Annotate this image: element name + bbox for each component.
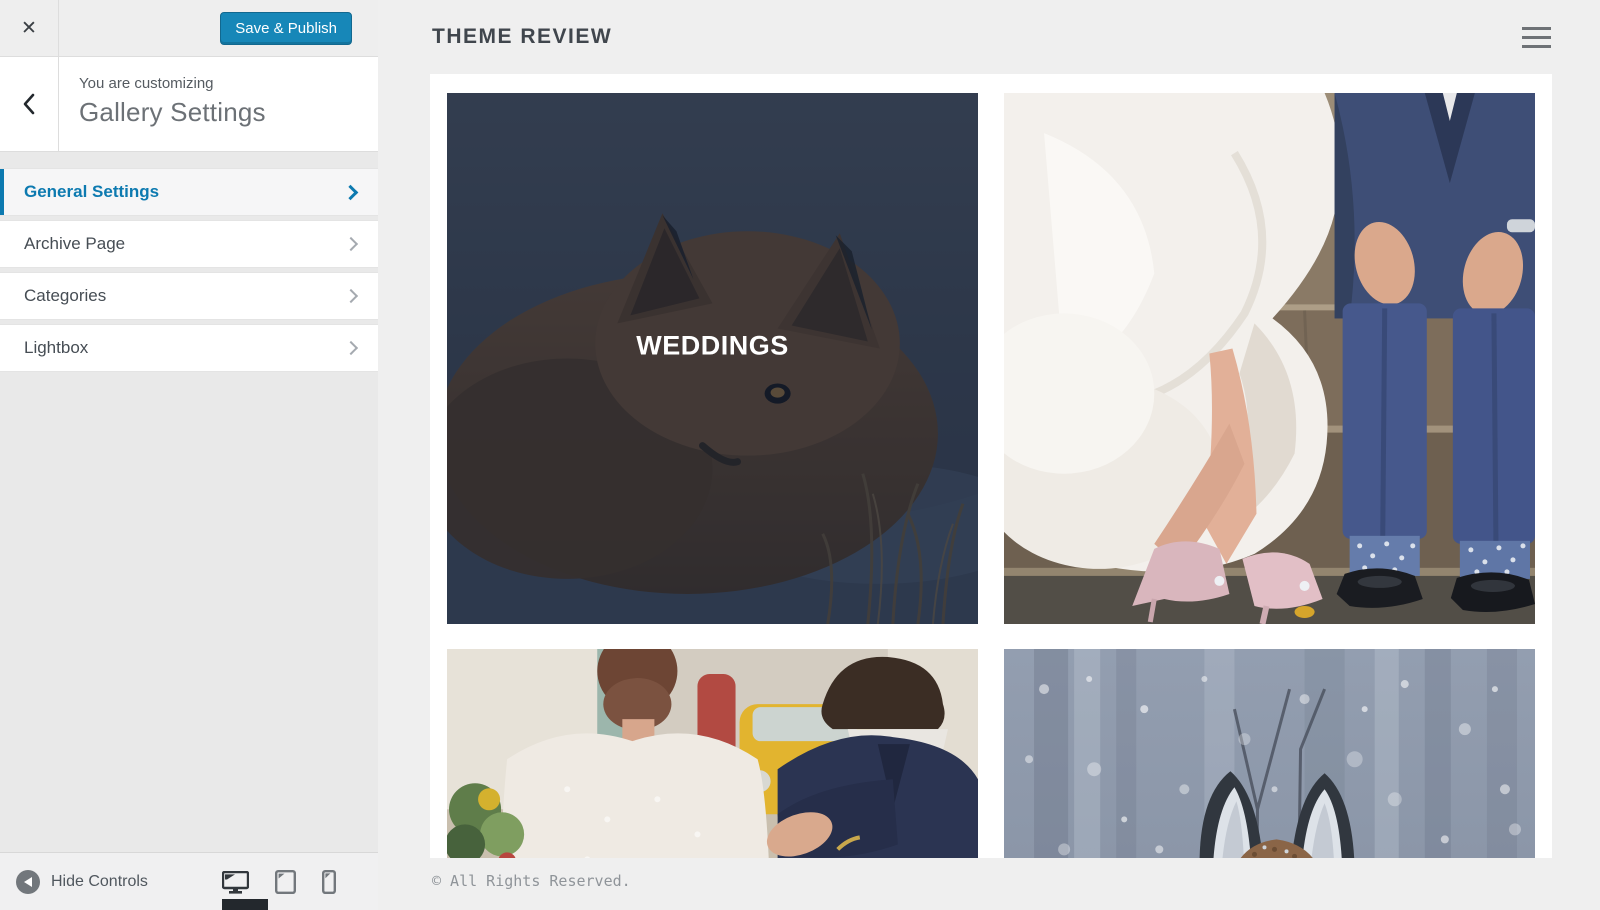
site-footer: © All Rights Reserved. <box>430 858 1600 910</box>
tooltip-partial <box>222 899 268 910</box>
hide-controls-label: Hide Controls <box>51 872 148 890</box>
chevron-left-icon <box>23 93 35 115</box>
mobile-icon <box>322 870 337 895</box>
winter-deer-photo <box>1004 649 1535 858</box>
customizer-topbar: ✕ Save & Publish <box>0 0 378 57</box>
gallery-grid: WEDDINGS <box>430 74 1552 858</box>
chevron-right-icon <box>343 340 359 356</box>
settings-menu: General Settings Archive Page Categories… <box>0 168 378 376</box>
preview-tablet-button[interactable] <box>275 870 297 895</box>
gallery-tile-weddings[interactable]: WEDDINGS <box>447 93 978 624</box>
close-button[interactable]: ✕ <box>0 0 59 56</box>
site-title[interactable]: THEME REVIEW <box>432 25 612 49</box>
customizer-app: ✕ Save & Publish You are customizing Gal… <box>0 0 1600 910</box>
device-preview-switcher <box>221 870 337 895</box>
menu-item-label: Lightbox <box>24 338 89 357</box>
preview-desktop-button[interactable] <box>221 870 250 894</box>
menu-item-archive-page[interactable]: Archive Page <box>0 220 378 268</box>
panel-header: You are customizing Gallery Settings <box>0 57 378 152</box>
menu-icon[interactable] <box>1522 26 1551 48</box>
chevron-right-icon <box>343 236 359 252</box>
menu-item-categories[interactable]: Categories <box>0 272 378 320</box>
site-preview: THEME REVIEW WEDDINGS © All Rights Reser… <box>378 0 1600 910</box>
desktop-icon <box>221 870 250 894</box>
menu-item-label: Archive Page <box>24 234 126 253</box>
copyright-text: © All Rights Reserved. <box>432 872 631 890</box>
preview-mobile-button[interactable] <box>322 870 337 895</box>
gallery-tile-bride-groom[interactable] <box>1004 93 1535 624</box>
hide-controls-button[interactable]: Hide Controls <box>16 869 148 894</box>
couple-photo <box>447 649 978 858</box>
gallery-tile-label: WEDDINGS <box>636 330 789 361</box>
bride-groom-photo <box>1004 93 1535 624</box>
panel-title: Gallery Settings <box>79 97 266 127</box>
gallery-tile-winter-deer[interactable] <box>1004 649 1535 858</box>
site-header: THEME REVIEW <box>430 0 1600 74</box>
chevron-right-icon <box>342 184 359 200</box>
sidebar-empty-area <box>0 376 378 852</box>
customizer-sidebar: ✕ Save & Publish You are customizing Gal… <box>0 0 378 910</box>
customizer-footer-bar: Hide Controls <box>0 852 378 910</box>
gallery-tile-couple[interactable] <box>447 649 978 858</box>
back-button[interactable] <box>0 57 59 151</box>
tablet-icon <box>275 870 297 895</box>
menu-item-general-settings[interactable]: General Settings <box>0 168 378 216</box>
save-publish-button[interactable]: Save & Publish <box>220 11 352 45</box>
panel-header-text: You are customizing Gallery Settings <box>59 57 266 151</box>
close-icon: ✕ <box>21 17 37 39</box>
customizing-label: You are customizing <box>79 75 214 92</box>
collapse-arrow-icon <box>16 869 40 894</box>
menu-item-label: General Settings <box>24 182 160 201</box>
menu-item-lightbox[interactable]: Lightbox <box>0 324 378 372</box>
menu-item-label: Categories <box>24 286 107 305</box>
chevron-right-icon <box>343 288 359 304</box>
